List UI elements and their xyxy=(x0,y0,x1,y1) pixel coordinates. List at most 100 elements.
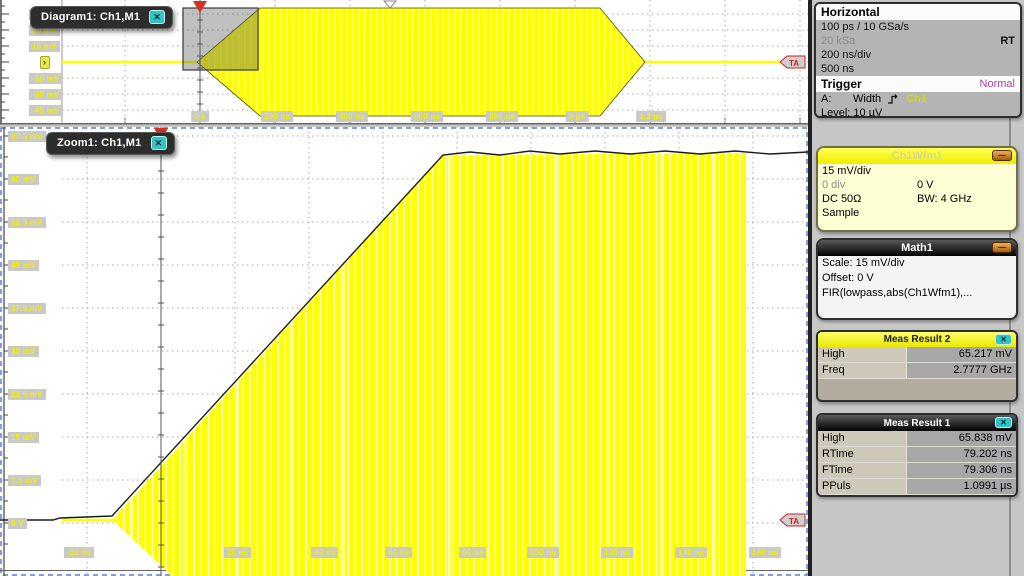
meas-result-2-title: Meas Result 2 xyxy=(884,334,951,345)
d2-burst-texture xyxy=(112,153,746,576)
meas-value: 2.7777 GHz xyxy=(907,363,1016,378)
meas-label: High xyxy=(818,347,907,362)
diagram1-close-icon[interactable]: ✕ xyxy=(149,10,165,24)
d1-x-ticks xyxy=(125,118,800,123)
meas-value: 65.217 mV xyxy=(907,347,1016,362)
zoom1-close-icon[interactable]: ✕ xyxy=(151,136,167,150)
d1-x-label: 1 µs xyxy=(566,111,589,122)
trigger-title: Trigger xyxy=(821,77,862,91)
meas-result-1-panel[interactable]: Meas Result 1 ✕ High 65.838 mV RTime 79.… xyxy=(816,413,1018,497)
trigger-source: Ch1 xyxy=(906,92,927,106)
d2-x-label: 120 ns xyxy=(601,547,633,558)
d2-trigger-level-tag[interactable]: TA xyxy=(780,514,805,526)
d1-y-label: -30 mV xyxy=(29,89,62,100)
meas-value: 65.838 mV xyxy=(907,431,1016,446)
math1-title: Math1 xyxy=(901,242,933,254)
trigger-type: Width xyxy=(853,92,881,106)
horizontal-scale: 200 ns/div xyxy=(821,48,871,62)
ch1wfm1-header[interactable]: Ch1Wfm1 — xyxy=(818,148,1016,164)
math1-expression: FIR(lowpass,abs(Ch1Wfm1),... xyxy=(822,287,972,299)
d1-zoom-area-rect[interactable] xyxy=(183,8,258,70)
d2-x-label: 80 ns xyxy=(459,547,486,558)
d1-y-label: -15 mV xyxy=(29,73,62,84)
table-row: High 65.217 mV xyxy=(818,347,1016,363)
horizontal-resolution: 100 ps / 10 GSa/s xyxy=(821,20,909,34)
ch1-position: 0 div xyxy=(822,178,917,192)
math1-scale: Scale: 15 mV/div xyxy=(822,257,905,269)
d2-x-label: 140 ns xyxy=(675,547,707,558)
d1-x-label: 1.2 µs xyxy=(636,111,666,122)
ch1wfm1-panel[interactable]: Ch1Wfm1 — 15 mV/div 0 div 0 V DC 50Ω BW:… xyxy=(816,146,1018,232)
d2-y-label: 15 mV xyxy=(8,432,39,443)
d2-y-label: 52.5 mV xyxy=(8,217,46,228)
meas-label: High xyxy=(818,431,907,446)
meas-result-2-table: High 65.217 mV Freq 2.7777 GHz xyxy=(818,347,1016,379)
d2-x-label: 100 ns xyxy=(527,547,559,558)
d2-y-label: 45 mV xyxy=(8,260,39,271)
table-row: Freq 2.7777 GHz xyxy=(818,363,1016,379)
rt-badge: RT xyxy=(1000,34,1015,48)
horizontal-header[interactable]: Horizontal xyxy=(816,4,1020,20)
meas-result-1-close-icon[interactable]: ✕ xyxy=(995,417,1012,428)
d2-y-label: 7.5 mV xyxy=(8,475,41,486)
trigger-level: Level: 10 µV xyxy=(821,106,882,118)
ch1-bandwidth: BW: 4 GHz xyxy=(917,192,1012,206)
d1-x-label: 200 ns xyxy=(261,111,293,122)
zoom1-tab[interactable]: Zoom1: Ch1,M1 ✕ xyxy=(46,132,175,155)
meas-result-2-header[interactable]: Meas Result 2 ✕ xyxy=(818,332,1016,347)
ch1-decimation: Sample xyxy=(822,207,859,219)
meas-result-2-panel[interactable]: Meas Result 2 ✕ High 65.217 mV Freq 2.77… xyxy=(816,330,1018,402)
meas-result-2-close-icon[interactable]: ✕ xyxy=(995,334,1012,345)
d2-y-label: 37.5 mV xyxy=(8,303,46,314)
zoom1-diagram: TA Zoom1: Ch1,M1 ✕ 67.5 mV 60 mV 52.5 mV… xyxy=(0,127,808,576)
d1-trigger-level-tag[interactable]: TA xyxy=(780,56,805,68)
math1-panel[interactable]: Math1 — Scale: 15 mV/div Offset: 0 V FIR… xyxy=(816,238,1018,320)
oscilloscope-screen: TA Diagram1: Ch1,M1 ✕ 45 mV 30 mV 15 mV … xyxy=(0,0,1024,576)
meas-result-1-title: Meas Result 1 xyxy=(884,418,951,429)
horizontal-record-length: 20 kSa xyxy=(821,34,855,48)
meas-result-1-table: High 65.838 mV RTime 79.202 ns FTime 79.… xyxy=(818,431,1016,495)
math1-minimize-icon[interactable]: — xyxy=(992,242,1012,253)
d1-x-label: 400 ns xyxy=(336,111,368,122)
trigger-header[interactable]: Trigger Normal xyxy=(816,76,1020,92)
d2-x-label: -20 ns xyxy=(64,547,94,558)
meas-label: FTime xyxy=(818,463,907,478)
d2-y-label: 0 V xyxy=(8,518,27,529)
d1-ground-marker-icon[interactable]: › xyxy=(40,56,50,69)
d1-x-label: 0 s xyxy=(191,111,209,122)
meas-label: RTime xyxy=(818,447,907,462)
zoom1-tab-label: Zoom1: Ch1,M1 xyxy=(57,137,142,149)
math1-offset: Offset: 0 V xyxy=(822,272,874,284)
sidebar: Horizontal 100 ps / 10 GSa/s 20 kSa RT 2… xyxy=(812,0,1024,576)
d1-x-label: 600 ns xyxy=(411,111,443,122)
trigger-width-icon xyxy=(887,93,900,105)
svg-text:TA: TA xyxy=(789,59,799,68)
table-row: RTime 79.202 ns xyxy=(818,447,1016,463)
d2-x-label: 60 ns xyxy=(385,547,412,558)
horizontal-position: 500 ns xyxy=(821,62,854,76)
meas-value: 1.0991 µs xyxy=(907,479,1016,494)
d1-y-ticks xyxy=(1,6,9,118)
d2-y-label: 60 mV xyxy=(8,174,39,185)
meas-value: 79.202 ns xyxy=(907,447,1016,462)
meas-value: 79.306 ns xyxy=(907,463,1016,478)
d1-burst-waveform xyxy=(197,8,645,116)
meas-label: PPuls xyxy=(818,479,907,494)
d2-x-label: 40 ns xyxy=(311,547,338,558)
horizontal-trigger-panel[interactable]: Horizontal 100 ps / 10 GSa/s 20 kSa RT 2… xyxy=(814,2,1022,118)
diagram1-tab[interactable]: Diagram1: Ch1,M1 ✕ xyxy=(30,6,173,29)
ch1wfm1-minimize-icon[interactable]: — xyxy=(992,150,1012,161)
d1-y-label: 15 mV xyxy=(29,41,60,52)
table-row: High 65.838 mV xyxy=(818,431,1016,447)
table-row: PPuls 1.0991 µs xyxy=(818,479,1016,495)
table-row: FTime 79.306 ns xyxy=(818,463,1016,479)
math1-header[interactable]: Math1 — xyxy=(818,240,1016,256)
ch1-coupling: DC 50Ω xyxy=(822,192,917,206)
d1-reference-point-icon[interactable] xyxy=(384,1,396,8)
meas-result-1-header[interactable]: Meas Result 1 ✕ xyxy=(818,415,1016,431)
ch1-scale: 15 mV/div xyxy=(822,165,871,177)
diagram1-tab-label: Diagram1: Ch1,M1 xyxy=(41,11,140,23)
ch1-offset: 0 V xyxy=(917,178,1012,192)
horizontal-title: Horizontal xyxy=(821,5,880,19)
meas-label: Freq xyxy=(818,363,907,378)
